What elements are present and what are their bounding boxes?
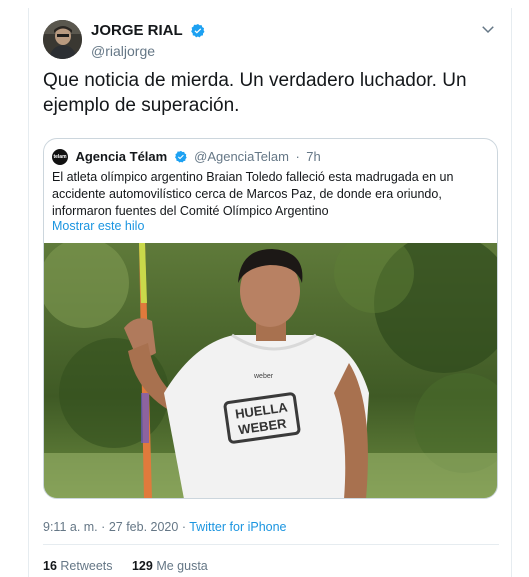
tweet-date[interactable]: 27 feb. 2020	[109, 520, 179, 534]
quoted-author-name: Agencia Télam	[75, 149, 168, 165]
separator-dot: ·	[295, 149, 300, 165]
retweets-count: 16	[43, 559, 57, 573]
tweet-time[interactable]: 9:11 a. m.	[43, 520, 98, 534]
quoted-tweet-time: 7h	[306, 149, 321, 165]
author-handle[interactable]: @rialjorge	[91, 43, 206, 59]
author-avatar[interactable]	[43, 20, 82, 59]
avatar-photo-icon	[43, 20, 82, 59]
tweet-meta: 9:11 a. m. · 27 feb. 2020 · Twitter for …	[43, 520, 287, 534]
likes-stat[interactable]: 129 Me gusta	[132, 559, 208, 573]
retweets-stat[interactable]: 16 Retweets	[43, 559, 113, 573]
telam-logo-icon: telam	[52, 148, 68, 165]
tweet-stats: 16 Retweets 129 Me gusta	[43, 559, 224, 573]
tweet-card: JORGE RIAL @rialjorge Que noticia de mie…	[28, 8, 512, 577]
meta-separator: ·	[181, 520, 186, 534]
quoted-tweet-text: El atleta olímpico argentino Braian Tole…	[52, 170, 454, 218]
tweet-text: Que noticia de mierda. Un verdadero luch…	[43, 70, 467, 116]
tweet-header: JORGE RIAL @rialjorge	[43, 20, 499, 66]
verified-badge-icon	[174, 150, 187, 163]
quoted-tweet-header: telam Agencia Télam @AgenciaTelam · 7h	[52, 148, 321, 166]
quoted-author-handle: @AgenciaTelam	[194, 149, 289, 165]
author-info: JORGE RIAL @rialjorge	[91, 22, 206, 59]
likes-label: Me gusta	[156, 559, 208, 573]
retweets-label: Retweets	[60, 559, 113, 573]
shirt-brand-text: weber	[253, 373, 274, 380]
divider	[43, 544, 499, 545]
meta-separator: ·	[101, 520, 106, 534]
verified-badge-icon	[191, 23, 205, 38]
quoted-tweet[interactable]: telam Agencia Télam @AgenciaTelam · 7h E…	[43, 138, 498, 499]
show-thread-link[interactable]: Mostrar este hilo	[52, 219, 144, 233]
author-name[interactable]: JORGE RIAL	[91, 22, 183, 39]
tweet-source-link[interactable]: Twitter for iPhone	[189, 520, 286, 534]
chevron-down-icon[interactable]	[479, 20, 497, 38]
likes-count: 129	[131, 559, 153, 573]
athlete-photo[interactable]: HUELLA WEBER weber	[44, 243, 497, 499]
